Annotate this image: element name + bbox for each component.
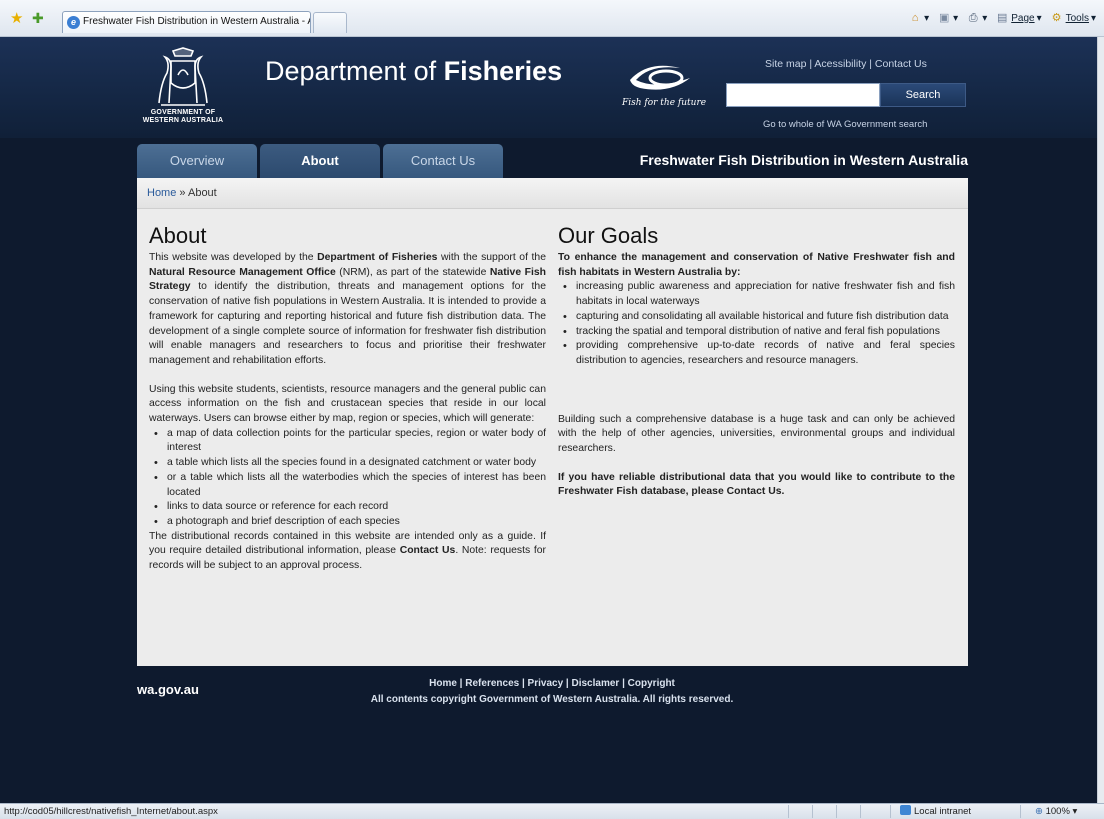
site-heading: Freshwater Fish Distribution in Western … [639, 152, 968, 168]
list-item: a table which lists all the species foun… [149, 456, 546, 471]
footer-copyright-text: All contents copyright Government of Wes… [370, 694, 734, 705]
footer-privacy-link[interactable]: Privacy [528, 678, 564, 689]
new-tab-button[interactable] [313, 12, 347, 33]
home-button[interactable]: ⌂ ▾ [908, 12, 929, 25]
content-panel: Home » About About This website was deve… [137, 178, 968, 666]
about-section: About This website was developed by the … [149, 223, 546, 574]
print-icon: ⎙ [968, 12, 978, 24]
tab-contact-us[interactable]: Contact Us [383, 144, 503, 178]
list-item: capturing and consolidating all availabl… [558, 310, 955, 325]
breadcrumb-home-link[interactable]: Home [147, 187, 176, 199]
footer-links: Home | References | Privacy | Disclamer … [429, 678, 675, 689]
list-item: providing comprehensive up-to-date recor… [558, 339, 955, 368]
home-icon: ⌂ [911, 12, 919, 24]
footer: Home | References | Privacy | Disclamer … [367, 676, 737, 708]
search-button[interactable]: Search [880, 83, 966, 107]
breadcrumb-separator: » [179, 187, 186, 199]
breadcrumb-current: About [187, 187, 217, 199]
footer-references-link[interactable]: References [465, 678, 519, 689]
goals-database-paragraph: Building such a comprehensive database i… [558, 413, 955, 455]
footer-disclaimer-link[interactable]: Disclamer [572, 678, 620, 689]
wa-government-search-link[interactable]: Go to whole of WA Government search [763, 119, 927, 130]
ie-page-icon: e [67, 16, 80, 29]
utility-links: Site map | Acessibility | Contact Us [765, 58, 927, 70]
browser-toolbar: ★ ✚ e Freshwater Fish Distribution in We… [0, 0, 1104, 37]
department-title: Department of Fisheries [265, 56, 563, 86]
feeds-icon: ▣ [938, 12, 950, 24]
status-url: http://cod05/hillcrest/nativefish_Intern… [4, 806, 218, 817]
search-input[interactable] [726, 83, 880, 107]
list-item: increasing public awareness and apprecia… [558, 280, 955, 309]
goals-section: Our Goals To enhance the management and … [558, 223, 955, 500]
fish-for-the-future-logo[interactable]: Fish for the future [612, 60, 722, 120]
security-zone[interactable]: Local intranet [900, 804, 971, 819]
print-button[interactable]: ⎙ ▾ [966, 12, 987, 25]
contact-us-link[interactable]: Contact Us [875, 58, 927, 70]
browser-tab-title: Freshwater Fish Distribution in Western … [83, 16, 311, 27]
list-item: links to data source or reference for ea… [149, 500, 546, 515]
command-bar: ⌂ ▾ ▣ ▾ ⎙ ▾ ▤ Page ▾ ⚙ Tools ▾ [908, 12, 1096, 25]
goals-heading: Our Goals [558, 223, 659, 248]
fisheries-swirl-logo-icon [630, 65, 690, 90]
list-item: tracking the spatial and temporal distri… [558, 325, 955, 340]
goals-bullet-list: increasing public awareness and apprecia… [558, 280, 955, 368]
list-item: a map of data collection points for the … [149, 427, 546, 456]
about-bullet-list: a map of data collection points for the … [149, 427, 546, 530]
list-item: a photograph and brief description of ea… [149, 515, 546, 530]
intranet-globe-icon [900, 805, 911, 815]
wa-gov-au-logo[interactable]: wa.gov.au [137, 682, 199, 697]
tools-menu[interactable]: ⚙ Tools ▾ [1050, 12, 1096, 25]
accessibility-link[interactable]: Acessibility [814, 58, 866, 70]
page-menu[interactable]: ▤ Page ▾ [995, 12, 1042, 25]
about-disclaimer-paragraph: The distributional records contained in … [149, 530, 546, 572]
site-map-link[interactable]: Site map [765, 58, 806, 70]
list-item: or a table which lists all the waterbodi… [149, 471, 546, 500]
favorites-star-icon[interactable]: ★ [10, 11, 23, 26]
breadcrumb: Home » About [137, 178, 968, 209]
crest-emblem-icon [158, 47, 208, 106]
browser-status-bar: http://cod05/hillcrest/nativefish_Intern… [0, 803, 1104, 819]
add-favorite-icon[interactable]: ✚ [32, 11, 44, 26]
wa-government-crest-logo[interactable]: GOVERNMENT OF WESTERN AUSTRALIA [138, 45, 228, 137]
tab-overview[interactable]: Overview [137, 144, 257, 178]
site-header: GOVERNMENT OF WESTERN AUSTRALIA Departme… [0, 37, 1097, 138]
about-intro-paragraph: This website was developed by the Depart… [149, 252, 546, 366]
browser-tab-active[interactable]: e Freshwater Fish Distribution in Wester… [62, 11, 311, 33]
page-scrollbar[interactable] [1097, 37, 1104, 803]
tab-about[interactable]: About [260, 144, 380, 178]
about-heading: About [149, 223, 207, 248]
feeds-button[interactable]: ▣ ▾ [937, 12, 958, 25]
zoom-level[interactable]: ⊕ 100% ▾ [1035, 804, 1077, 819]
zoom-icon: ⊕ [1035, 806, 1043, 817]
main-nav: Overview About Contact Us Freshwater Fis… [137, 144, 968, 178]
goals-intro: To enhance the management and conservati… [558, 252, 955, 278]
footer-copyright-link[interactable]: Copyright [628, 678, 675, 689]
goals-contribute-paragraph: If you have reliable distributional data… [558, 471, 955, 498]
footer-home-link[interactable]: Home [429, 678, 457, 689]
about-usage-paragraph: Using this website students, scientists,… [149, 383, 546, 425]
gear-icon: ⚙ [1051, 12, 1062, 24]
page-icon: ▤ [997, 12, 1008, 24]
web-page: GOVERNMENT OF WESTERN AUSTRALIA Departme… [0, 37, 1097, 803]
